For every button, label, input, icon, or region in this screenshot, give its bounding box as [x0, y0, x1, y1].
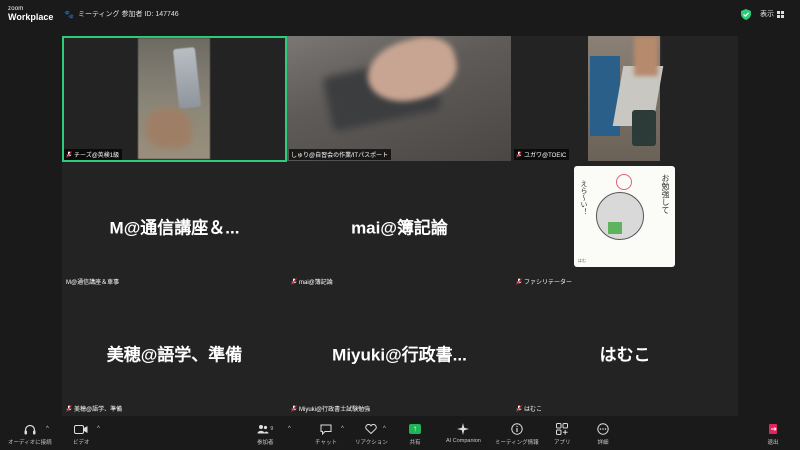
- audio-label: オーディオに接続: [8, 440, 52, 446]
- participants-label: 参加者: [257, 440, 274, 446]
- video-tile-1[interactable]: チーズ@英検1級: [62, 36, 287, 162]
- audio-options-caret[interactable]: ^: [46, 426, 49, 432]
- apps-label: アプリ: [554, 440, 571, 446]
- participant-name-tag: 美穂@語学、準備: [64, 403, 125, 414]
- video-tile-5[interactable]: mai@簿記論 mai@簿記論: [287, 162, 512, 289]
- participant-name: ファシリテーター: [524, 280, 573, 286]
- participant-name-tag: Miyuki@行政書士試験勉強: [289, 403, 373, 414]
- illustration-signature: はむ: [578, 258, 586, 263]
- video-tile-8[interactable]: Miyuki@行政書... Miyuki@行政書士試験勉強: [287, 289, 512, 416]
- participant-name: しゅり@自習会の作業/ITパスポート: [291, 153, 389, 159]
- participant-name: 美穂@語学、準備: [74, 407, 123, 413]
- participant-display-name: はむこ: [599, 345, 651, 364]
- participant-video: [588, 36, 664, 161]
- leave-label: 退出: [767, 440, 779, 446]
- meeting-info-label: ミーティング情報: [495, 440, 539, 446]
- participant-name: M@通信講座＆車事: [66, 280, 120, 286]
- heart-icon: [365, 422, 378, 436]
- participant-display-name: 美穂@語学、準備: [106, 345, 243, 364]
- reactions-label: リアクション: [355, 440, 388, 446]
- participant-name: チーズ@英検1級: [74, 153, 120, 159]
- more-button[interactable]: 詳細: [597, 422, 609, 446]
- more-icon: [597, 422, 609, 436]
- top-bar: zoom Workplace 🐾 ミーティング 参加者 ID: 147746 表…: [0, 0, 800, 32]
- apps-button[interactable]: アプリ: [554, 422, 571, 446]
- meeting-title: ミーティング 参加者 ID: 147746: [77, 11, 179, 18]
- video-button[interactable]: ビデオ: [73, 422, 90, 446]
- participant-name: ユガワ@TOEIC: [524, 153, 567, 159]
- grid-view-icon: [777, 10, 784, 18]
- participant-video: [138, 38, 210, 159]
- ai-companion-button[interactable]: AI Companion: [446, 422, 481, 444]
- view-label: 表示: [760, 11, 774, 18]
- participant-video: [287, 36, 511, 161]
- video-gallery: チーズ@英検1級 しゅり@自習会の作業/ITパスポート ユガワ@TOEIC M@…: [62, 36, 738, 416]
- share-label: 共有: [409, 440, 421, 446]
- paw-icon: 🐾: [64, 9, 74, 19]
- participant-name-tag: mai@簿記論: [289, 276, 336, 287]
- participant-name: はむこ: [524, 407, 543, 413]
- video-tile-6[interactable]: お勉強して えら〜い！ はむ ファシリテーター: [512, 162, 738, 289]
- book-illustration: [608, 222, 622, 234]
- participant-display-name: M@通信講座＆...: [109, 218, 240, 237]
- illustration-text-left: えら〜い！: [580, 180, 587, 215]
- illustration-text-right: お勉強して: [661, 174, 670, 214]
- mic-muted-icon: [291, 278, 297, 285]
- mic-muted-icon: [516, 151, 522, 158]
- participant-name-tag: M@通信講座＆車事: [64, 276, 122, 287]
- video-tile-9[interactable]: はむこ はむこ: [512, 289, 738, 416]
- chat-button[interactable]: チャット: [315, 422, 337, 446]
- meeting-info-button[interactable]: 🐾 ミーティング 参加者 ID: 147746: [64, 9, 179, 19]
- chat-options-caret[interactable]: ^: [341, 426, 344, 432]
- video-tile-7[interactable]: 美穂@語学、準備 美穂@語学、準備: [62, 289, 287, 416]
- video-tile-4[interactable]: M@通信講座＆... M@通信講座＆車事: [62, 162, 287, 289]
- participant-name-tag: しゅり@自習会の作業/ITパスポート: [289, 149, 392, 160]
- headphones-icon: [24, 422, 36, 436]
- apps-icon: [556, 422, 569, 436]
- participant-name: mai@簿記論: [299, 280, 333, 286]
- mic-muted-icon: [516, 278, 522, 285]
- share-icon-wrap: ↑: [409, 422, 421, 436]
- view-button[interactable]: 表示: [760, 9, 784, 19]
- reactions-options-caret[interactable]: ^: [383, 426, 386, 432]
- chat-label: チャット: [315, 440, 337, 446]
- video-tile-3[interactable]: ユガワ@TOEIC: [512, 36, 738, 162]
- info-icon: [511, 422, 523, 436]
- video-tile-2[interactable]: しゅり@自習会の作業/ITパスポート: [287, 36, 512, 162]
- participant-name-tag: ファシリテーター: [514, 276, 575, 287]
- chat-icon: [320, 422, 332, 436]
- participant-name-tag: チーズ@英検1級: [64, 149, 123, 160]
- video-options-caret[interactable]: ^: [97, 426, 100, 432]
- participant-name: Miyuki@行政書士試験勉強: [299, 407, 371, 413]
- participant-display-name: mai@簿記論: [351, 218, 448, 237]
- flower-icon: [616, 174, 632, 190]
- mic-muted-icon: [291, 405, 297, 412]
- participant-name-tag: はむこ: [514, 403, 545, 414]
- mic-muted-icon: [66, 405, 72, 412]
- leave-button[interactable]: 退出: [767, 422, 779, 446]
- leave-icon: [767, 422, 779, 436]
- participants-count: 9: [270, 426, 274, 432]
- share-button[interactable]: ↑ 共有: [409, 422, 421, 446]
- meeting-toolbar: オーディオに接続 ^ ビデオ ^ 9 参加者 ^ チャット ^ リアクション ^…: [0, 420, 800, 450]
- shield-icon[interactable]: [741, 9, 751, 20]
- share-screen-icon: ↑: [409, 424, 421, 434]
- participants-button[interactable]: 9 参加者: [257, 422, 274, 446]
- mic-muted-icon: [66, 151, 72, 158]
- logo-line2: Workplace: [8, 12, 54, 22]
- participants-icon: 9: [257, 422, 273, 436]
- facilitator-avatar-image: お勉強して えら〜い！ はむ: [574, 166, 675, 267]
- meeting-info-toolbar-button[interactable]: ミーティング情報: [495, 422, 539, 446]
- participant-display-name: Miyuki@行政書...: [332, 345, 467, 364]
- participant-name-tag: ユガワ@TOEIC: [514, 149, 570, 160]
- participants-options-caret[interactable]: ^: [288, 426, 291, 432]
- zoom-logo: zoom Workplace: [8, 6, 53, 22]
- ai-companion-label: AI Companion: [446, 438, 481, 444]
- sparkle-icon: [457, 422, 470, 436]
- video-label: ビデオ: [73, 440, 90, 446]
- mic-muted-icon: [516, 405, 522, 412]
- more-label: 詳細: [597, 440, 609, 446]
- video-camera-icon: [74, 422, 88, 436]
